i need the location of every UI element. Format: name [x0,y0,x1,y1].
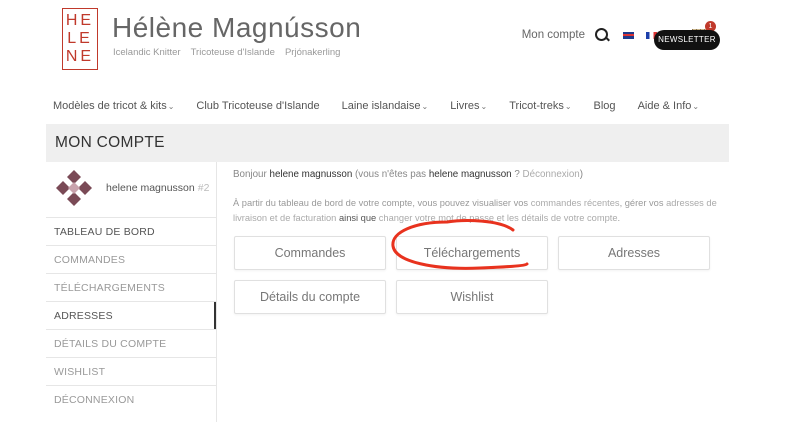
site-taglines: Icelandic Knitter Tricoteuse d'Islande P… [113,47,340,58]
greeting-name-2: helene magnusson [428,169,512,180]
account-sidebar: TABLEAU DE BORD COMMANDES TÉLÉCHARGEMENT… [46,217,216,413]
avatar [54,168,94,208]
greeting: Bonjour helene magnusson (vous n'êtes pa… [233,169,583,180]
sidebar-item-dashboard[interactable]: TABLEAU DE BORD [46,217,216,245]
nav-item-blog[interactable]: Blog [594,100,616,112]
chevron-down-icon: ⌄ [167,101,175,111]
nav-item-laine[interactable]: Laine islandaise ⌄ [342,100,429,112]
nav-label: Aide & Info [637,100,692,112]
chevron-down-icon: ⌄ [564,101,572,111]
dashboard-intro: À partir du tableau de bord de votre com… [233,196,723,226]
user-name-line: helene magnusson #2 [106,182,209,194]
logo-line-3: NE [65,48,95,65]
sidebar-item-account-details[interactable]: DÉTAILS DU COMPTE [46,329,216,357]
site-logo[interactable]: HE LE NE [62,8,98,70]
logo-line-2: LE [67,30,93,47]
nav-label: Livres [450,100,480,112]
logout-link[interactable]: Déconnexion [523,169,580,180]
tile-downloads[interactable]: Téléchargements [396,236,548,270]
nav-item-livres[interactable]: Livres ⌄ [450,100,487,112]
greeting-close: ) [579,169,584,180]
chevron-down-icon: ⌄ [421,101,429,111]
intro-text-1: À partir du tableau de bord de votre com… [233,198,529,208]
sidebar-item-orders[interactable]: COMMANDES [46,245,216,273]
uk-flag-icon[interactable] [623,31,634,39]
account-details-link[interactable]: changer votre mot de passe et les détail… [379,213,618,223]
greeting-prefix: Bonjour [233,169,267,180]
chevron-down-icon: ⌄ [480,101,488,111]
greeting-middle: (vous n'êtes pas [355,169,427,180]
chevron-down-icon: ⌄ [692,101,700,111]
nav-label: Tricot-treks [509,100,564,112]
sidebar-item-downloads[interactable]: TÉLÉCHARGEMENTS [46,273,216,301]
tagline-3: Prjónakerling [284,47,341,58]
nav-label: Laine islandaise [341,100,421,112]
tile-orders[interactable]: Commandes [234,236,386,270]
nav-label: Blog [593,100,616,112]
greeting-name: helene magnusson [269,169,353,180]
greeting-suffix: ? [514,169,520,180]
nav-item-tricot-treks[interactable]: Tricot-treks ⌄ [509,100,571,112]
nav-item-club[interactable]: Club Tricoteuse d'Islande [196,100,319,112]
newsletter-button[interactable]: NEWSLETTER [654,30,720,50]
intro-text-2: , gérer vos [619,198,664,208]
search-icon[interactable] [595,28,609,42]
my-account-link[interactable]: Mon compte [522,29,585,41]
user-number: #2 [197,182,210,194]
tagline-1: Icelandic Knitter [113,47,181,58]
sidebar-item-logout[interactable]: DÉCONNEXION [46,385,216,413]
logo-line-1: HE [65,12,95,29]
user-name: helene magnusson [106,182,195,194]
nav-label: Club Tricoteuse d'Islande [196,100,320,112]
main-nav: Modèles de tricot & kits ⌄ Club Tricoteus… [53,100,721,112]
intro-text-3: ainsi que [338,213,377,223]
tile-account-details[interactable]: Détails du compte [234,280,386,314]
recent-orders-link[interactable]: commandes récentes [531,198,620,208]
intro-text-4: . [617,213,621,223]
tile-addresses[interactable]: Adresses [558,236,710,270]
page-title: MON COMPTE [55,134,165,151]
nav-label: Modèles de tricot & kits [53,100,167,112]
tagline-2: Tricoteuse d'Islande [190,47,275,58]
nav-item-aide[interactable]: Aide & Info ⌄ [638,100,700,112]
sidebar-item-addresses[interactable]: ADRESSES [46,301,216,330]
sidebar-item-wishlist[interactable]: WISHLIST [46,357,216,385]
sidebar-divider [216,162,217,422]
site-title[interactable]: Hélène Magnússon [112,12,361,44]
nav-item-modeles[interactable]: Modèles de tricot & kits ⌄ [53,100,174,112]
tile-wishlist[interactable]: Wishlist [396,280,548,314]
